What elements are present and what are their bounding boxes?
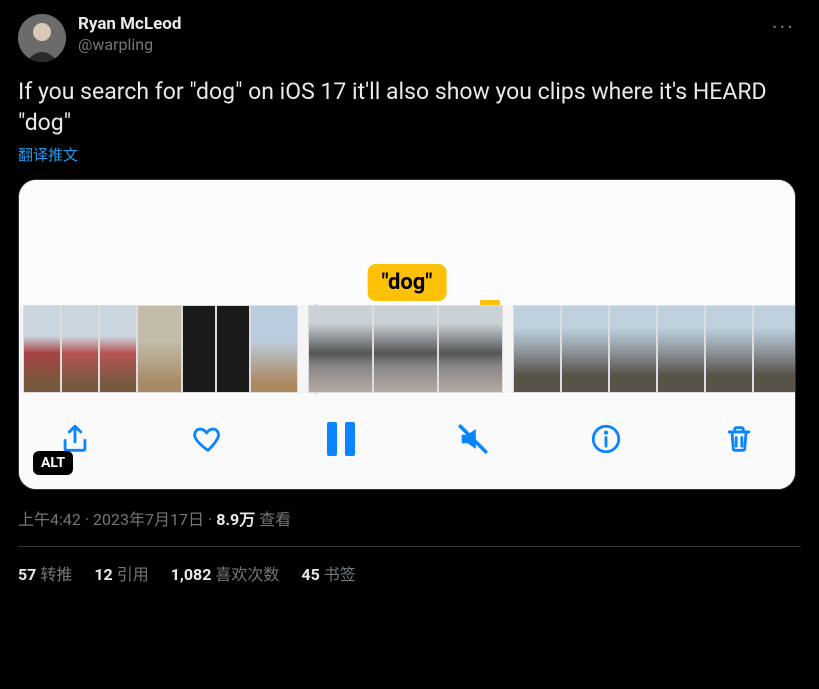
views-count: 8.9万 — [216, 510, 255, 529]
thumbnail — [137, 305, 182, 393]
likes-count: 1,082 — [171, 565, 212, 584]
clip-group-3[interactable] — [513, 305, 796, 393]
views-label: 查看 — [259, 510, 291, 529]
quotes-count: 12 — [94, 565, 112, 584]
thumbnail — [373, 305, 438, 393]
handle[interactable]: @warpling — [78, 35, 766, 55]
likes-label: 喜欢次数 — [215, 565, 279, 584]
thumbnail — [308, 305, 373, 393]
info-icon[interactable] — [584, 417, 628, 461]
thumbnail — [438, 305, 503, 393]
avatar-image — [18, 14, 66, 62]
video-timeline[interactable] — [19, 305, 795, 393]
bookmarks-stat[interactable]: 45 书签 — [301, 561, 355, 585]
mute-icon[interactable] — [451, 417, 495, 461]
retweets-count: 57 — [18, 565, 36, 584]
pause-icon[interactable] — [319, 417, 363, 461]
bookmarks-count: 45 — [301, 565, 319, 584]
search-term-badge: "dog" — [368, 264, 447, 301]
thumbnail — [61, 305, 99, 393]
bookmarks-label: 书签 — [324, 565, 356, 584]
alt-badge[interactable]: ALT — [33, 451, 73, 475]
retweets-stat[interactable]: 57转推 — [18, 561, 72, 585]
tweet-text: If you search for "dog" on iOS 17 it'll … — [18, 76, 801, 138]
divider — [18, 546, 801, 547]
thumbnail — [561, 305, 609, 393]
thumbnail — [99, 305, 137, 393]
clip-group-2[interactable] — [308, 305, 503, 393]
thumbnail — [250, 305, 298, 393]
timestamp-date[interactable]: 2023年7月17日 — [93, 510, 204, 529]
likes-stat[interactable]: 1,082喜欢次数 — [171, 561, 280, 585]
thumbnail — [609, 305, 657, 393]
thumbnail — [657, 305, 705, 393]
tweet-stats: 57转推 12 引用 1,082喜欢次数 45 书签 — [18, 561, 801, 585]
tweet-header: Ryan McLeod @warpling ··· — [18, 14, 801, 62]
retweets-label: 转推 — [40, 565, 72, 584]
display-name[interactable]: Ryan McLeod — [78, 14, 766, 35]
tweet-container: Ryan McLeod @warpling ··· If you search … — [0, 0, 819, 599]
media-toolbar — [19, 393, 795, 489]
media-card[interactable]: "dog" — [18, 179, 796, 490]
author-block: Ryan McLeod @warpling — [78, 14, 766, 55]
avatar[interactable] — [18, 14, 66, 62]
trash-icon[interactable] — [717, 417, 761, 461]
thumbnail — [513, 305, 561, 393]
thumbnail — [23, 305, 61, 393]
thumbnail — [216, 305, 250, 393]
translate-link[interactable]: 翻译推文 — [18, 144, 78, 165]
timestamp-time[interactable]: 上午4:42 — [18, 510, 81, 529]
quotes-stat[interactable]: 12 引用 — [94, 561, 148, 585]
thumbnail — [705, 305, 753, 393]
clip-group-1[interactable] — [23, 305, 298, 393]
media-upper: "dog" — [19, 180, 795, 305]
more-button[interactable]: ··· — [766, 14, 801, 43]
tweet-meta: 上午4:42·2023年7月17日·8.9万 查看 — [18, 506, 801, 530]
thumbnail — [182, 305, 216, 393]
heart-icon[interactable] — [186, 417, 230, 461]
thumbnail — [753, 305, 796, 393]
quotes-label: 引用 — [117, 565, 149, 584]
